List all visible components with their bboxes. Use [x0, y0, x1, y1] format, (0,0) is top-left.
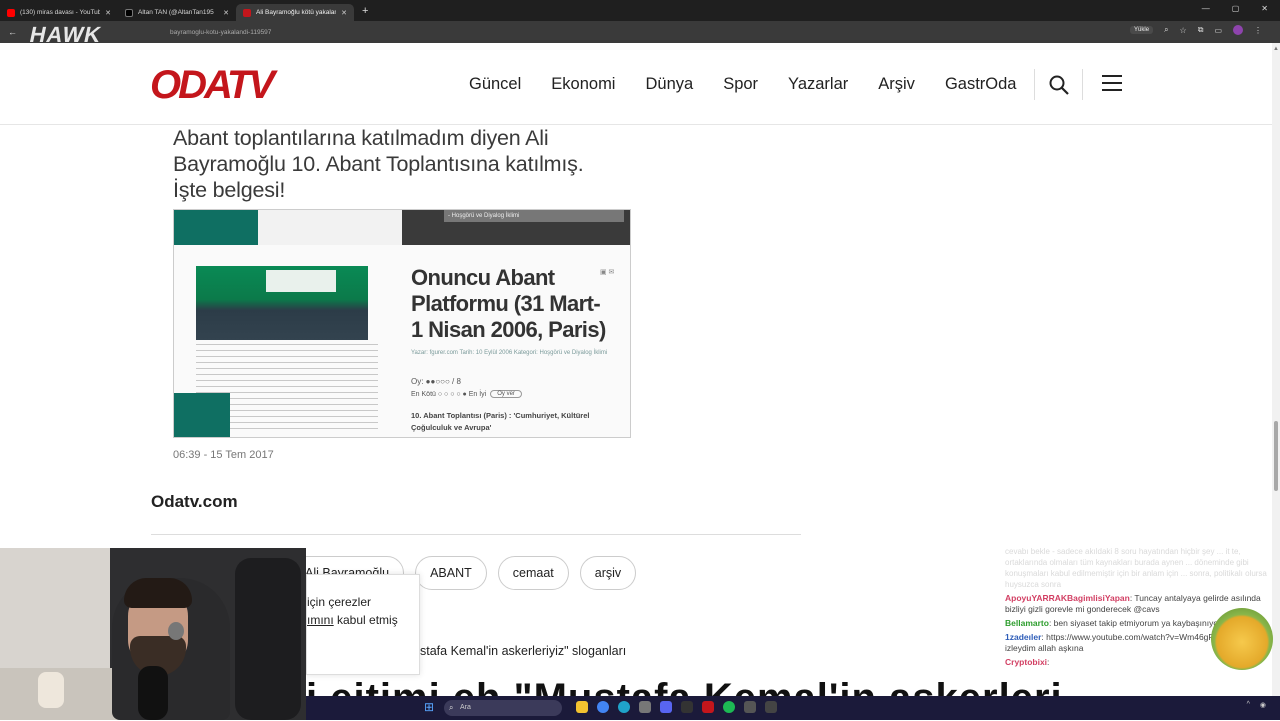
more-menu-icon[interactable]: ⋮ — [1254, 26, 1262, 35]
cookie-policy-link[interactable]: ımını — [307, 613, 334, 627]
wifi-icon[interactable]: ◉ — [1260, 701, 1266, 709]
search-icon[interactable] — [1048, 74, 1070, 96]
page-scrollbar[interactable]: ▲ — [1272, 43, 1280, 720]
tab-title: (130) miras davası - YouTube — [20, 9, 101, 16]
windows-start-icon[interactable]: ⊞ — [424, 701, 437, 714]
chat-username: Bellamarto — [1005, 618, 1049, 628]
svg-text:ODATV: ODATV — [150, 65, 278, 103]
taskbar-search[interactable]: ⌕ Ara — [444, 700, 562, 716]
main-nav: Güncel Ekonomi Dünya Spor Yazarlar Arşiv… — [469, 75, 1046, 94]
webcam-overlay — [0, 548, 306, 720]
app-icon[interactable] — [744, 701, 756, 713]
minimize-icon[interactable]: — — [1202, 4, 1210, 13]
close-icon[interactable]: ✕ — [341, 9, 347, 17]
emote-icon — [1211, 608, 1273, 670]
browser-toolbar: ← bayramoglu-kotu-yakalandi-119597 Yükle… — [0, 21, 1280, 43]
article-source: Odatv.com — [151, 492, 238, 511]
divider — [151, 534, 801, 535]
embedded-rating: Oy: ●●○○○ / 8 — [411, 377, 461, 386]
nav-item-guncel[interactable]: Güncel — [469, 75, 521, 94]
tab-title: Ali Bayramoğlu kötü yakalandı — [256, 9, 337, 16]
system-tray: ^ ◉ — [1247, 701, 1266, 709]
browser-tab-x[interactable]: Altan TAN (@AltanTan195 ✕ — [118, 4, 236, 21]
browser-tab-odatv[interactable]: Ali Bayramoğlu kötü yakalandı ✕ — [236, 4, 354, 21]
install-button[interactable]: Yükle — [1130, 26, 1154, 34]
address-url: bayramoglu-kotu-yakalandi-119597 — [170, 28, 272, 36]
nav-divider — [1034, 69, 1035, 100]
stream-chat-overlay: cevabı bekle - sadece akıldaki 8 soru ha… — [1005, 546, 1273, 720]
tab-title: Altan TAN (@AltanTan195 — [138, 9, 214, 16]
chat-username: 1zadeıler — [1005, 632, 1042, 642]
window-controls: — ▢ ✕ — [1202, 4, 1268, 13]
spotify-icon[interactable] — [723, 701, 735, 713]
chat-username: Cryptobixi — [1005, 657, 1048, 667]
extensions-icon[interactable]: ⧉ — [1198, 25, 1204, 35]
settings-icon[interactable] — [639, 701, 651, 713]
chat-faded-messages: cevabı bekle - sadece akıldaki 8 soru ha… — [1005, 547, 1267, 589]
browser-tab-youtube[interactable]: (130) miras davası - YouTube ✕ — [0, 4, 118, 21]
sidebar-icon[interactable]: ▭ — [1214, 26, 1222, 35]
bookmark-star-icon[interactable]: ☆ — [1180, 26, 1187, 35]
cookie-notice: için çerezler ımını kabul etmiş — [306, 574, 420, 675]
nav-item-dunya[interactable]: Dünya — [645, 75, 693, 94]
embedded-subtitle: 10. Abant Toplantısı (Paris) : 'Cumhuriy… — [411, 411, 590, 432]
chrome-icon[interactable] — [597, 701, 609, 713]
app-icon[interactable] — [702, 701, 714, 713]
site-header: ODATV Güncel Ekonomi Dünya Spor Yazarlar… — [0, 43, 1272, 125]
close-icon[interactable]: ✕ — [223, 9, 229, 17]
article-embedded-screenshot: - Hoşgörü ve Diyalog İklimi ▣ ✉ Onuncu A… — [173, 209, 631, 438]
app-icon[interactable] — [765, 701, 777, 713]
tray-expand-icon[interactable]: ^ — [1247, 701, 1250, 709]
app-icon[interactable] — [681, 701, 693, 713]
new-tab-button[interactable]: + — [362, 5, 368, 17]
odatv-favicon-icon — [243, 8, 251, 17]
profile-avatar[interactable] — [1233, 25, 1243, 35]
embedded-photo — [196, 266, 368, 340]
back-arrow-icon[interactable]: ← — [8, 27, 17, 37]
address-bar[interactable]: bayramoglu-kotu-yakalandi-119597 — [160, 24, 1120, 40]
vote-button: Oy ver — [490, 390, 522, 398]
nav-item-spor[interactable]: Spor — [723, 75, 758, 94]
tag-abant[interactable]: ABANT — [415, 556, 487, 590]
related-article-title[interactable]: stafa Kemal'in askerleriyiz" sloganları — [420, 644, 626, 658]
scroll-up-icon[interactable]: ▲ — [1273, 46, 1279, 52]
edge-icon[interactable] — [618, 701, 630, 713]
hamburger-menu-icon[interactable] — [1102, 75, 1122, 93]
close-window-icon[interactable]: ✕ — [1261, 4, 1268, 13]
taskbar-apps — [576, 701, 777, 713]
embedded-title: Onuncu Abant Platformu (31 Mart- 1 Nisan… — [411, 265, 606, 342]
x-favicon-icon — [125, 8, 133, 17]
article-headline-block: Abant toplantılarına katılmadım diyen Al… — [173, 125, 643, 203]
nav-item-ekonomi[interactable]: Ekonomi — [551, 75, 615, 94]
browser-tab-strip: (130) miras davası - YouTube ✕ Altan TAN… — [0, 0, 1280, 21]
nav-divider — [1082, 69, 1083, 100]
tag-arsiv[interactable]: arşiv — [579, 556, 637, 590]
article-date: 06:39 - 15 Tem 2017 — [173, 449, 274, 461]
embedded-vote: En Kötü ○ ○ ○ ○ ● En İyi Oy ver — [411, 390, 522, 398]
microphone-icon — [138, 666, 168, 720]
nav-item-yazarlar[interactable]: Yazarlar — [788, 75, 848, 94]
close-icon[interactable]: ✕ — [105, 9, 111, 17]
youtube-favicon-icon — [7, 8, 15, 17]
maximize-icon[interactable]: ▢ — [1232, 4, 1240, 13]
zoom-icon[interactable]: ⌕ — [1164, 25, 1168, 35]
embedded-dropdown: - Hoşgörü ve Diyalog İklimi — [444, 210, 624, 222]
toolbar-icons: Yükle ⌕ ☆ ⧉ ▭ ⋮ — [1130, 25, 1262, 35]
odatv-logo[interactable]: ODATV — [150, 65, 310, 103]
embedded-meta: Yazar: fgurer.com Tarih: 10 Eylül 2006 K… — [411, 350, 608, 356]
nav-item-arsiv[interactable]: Arşiv — [878, 75, 915, 94]
windows-taskbar: ⊞ ⌕ Ara ^ ◉ — [306, 696, 1280, 720]
tag-cemaat[interactable]: cemaat — [497, 556, 569, 590]
chat-username: ApoyuYARRAKBagimlisiYapan — [1005, 593, 1130, 603]
scroll-thumb[interactable] — [1274, 421, 1278, 491]
article-headline: Abant toplantılarına katılmadım diyen Al… — [173, 126, 584, 202]
nav-item-gastroda[interactable]: GastrOda — [945, 75, 1017, 94]
search-icon: ⌕ — [449, 703, 454, 712]
folder-icon[interactable] — [576, 701, 588, 713]
app-icon[interactable] — [660, 701, 672, 713]
